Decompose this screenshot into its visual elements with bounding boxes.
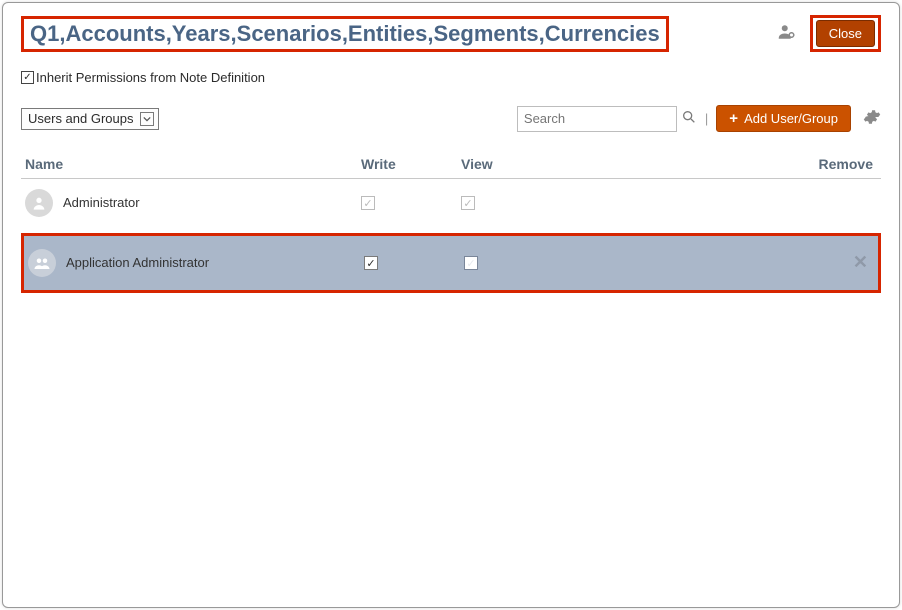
close-button[interactable]: Close: [816, 20, 875, 47]
title-highlight-box: Q1,Accounts,Years,Scenarios,Entities,Seg…: [21, 16, 669, 52]
search-box: [517, 106, 677, 132]
search-icon[interactable]: [681, 109, 697, 128]
view-checkbox[interactable]: ✓: [464, 256, 478, 270]
close-highlight-box: Close: [810, 15, 881, 52]
search-input[interactable]: [518, 107, 676, 130]
inherit-label: Inherit Permissions from Note Definition: [36, 70, 265, 85]
add-user-group-button[interactable]: + Add User/Group: [716, 105, 851, 132]
group-avatar-icon: [28, 249, 56, 277]
remove-row-button[interactable]: ✕: [853, 252, 868, 272]
selected-row-highlight-box: Application Administrator ✓ ✓ ✕: [21, 233, 881, 293]
toolbar: Users and Groups | + Add User/Group: [21, 105, 881, 132]
view-checkbox: ✓: [461, 196, 475, 210]
row-name-label: Application Administrator: [66, 255, 209, 270]
chevron-down-icon: [140, 112, 154, 126]
permissions-dialog: Q1,Accounts,Years,Scenarios,Entities,Seg…: [2, 2, 900, 608]
table-header: Name Write View Remove: [21, 150, 881, 179]
inherit-checkbox[interactable]: ✓: [21, 71, 34, 84]
user-avatar-icon: [25, 189, 53, 217]
dialog-title: Q1,Accounts,Years,Scenarios,Entities,Seg…: [30, 21, 660, 47]
col-header-view: View: [461, 156, 561, 172]
table-row[interactable]: Administrator ✓ ✓: [21, 179, 881, 227]
row-name-label: Administrator: [63, 195, 140, 210]
dialog-header: Q1,Accounts,Years,Scenarios,Entities,Seg…: [21, 15, 881, 52]
header-actions: Close: [778, 15, 881, 52]
row-view-cell: ✓: [461, 195, 561, 211]
row-view-cell: ✓: [464, 255, 564, 271]
row-write-cell: ✓: [361, 195, 461, 211]
col-header-write: Write: [361, 156, 461, 172]
row-write-cell: ✓: [364, 255, 464, 271]
toolbar-divider: |: [705, 111, 708, 126]
table-row[interactable]: Application Administrator ✓ ✓ ✕: [24, 236, 878, 290]
row-remove-cell: ✕: [564, 252, 878, 273]
col-header-name: Name: [21, 156, 361, 172]
col-header-remove: Remove: [561, 156, 881, 172]
user-settings-icon[interactable]: [778, 23, 796, 44]
filter-select-label: Users and Groups: [28, 111, 134, 126]
plus-icon: +: [729, 111, 738, 126]
row-name-cell: Application Administrator: [24, 249, 364, 277]
write-checkbox: ✓: [361, 196, 375, 210]
filter-select[interactable]: Users and Groups: [21, 108, 159, 130]
inherit-permissions-row: ✓ Inherit Permissions from Note Definiti…: [21, 70, 881, 85]
write-checkbox[interactable]: ✓: [364, 256, 378, 270]
row-name-cell: Administrator: [21, 189, 361, 217]
gear-icon[interactable]: [863, 108, 881, 129]
add-button-label: Add User/Group: [744, 111, 838, 126]
